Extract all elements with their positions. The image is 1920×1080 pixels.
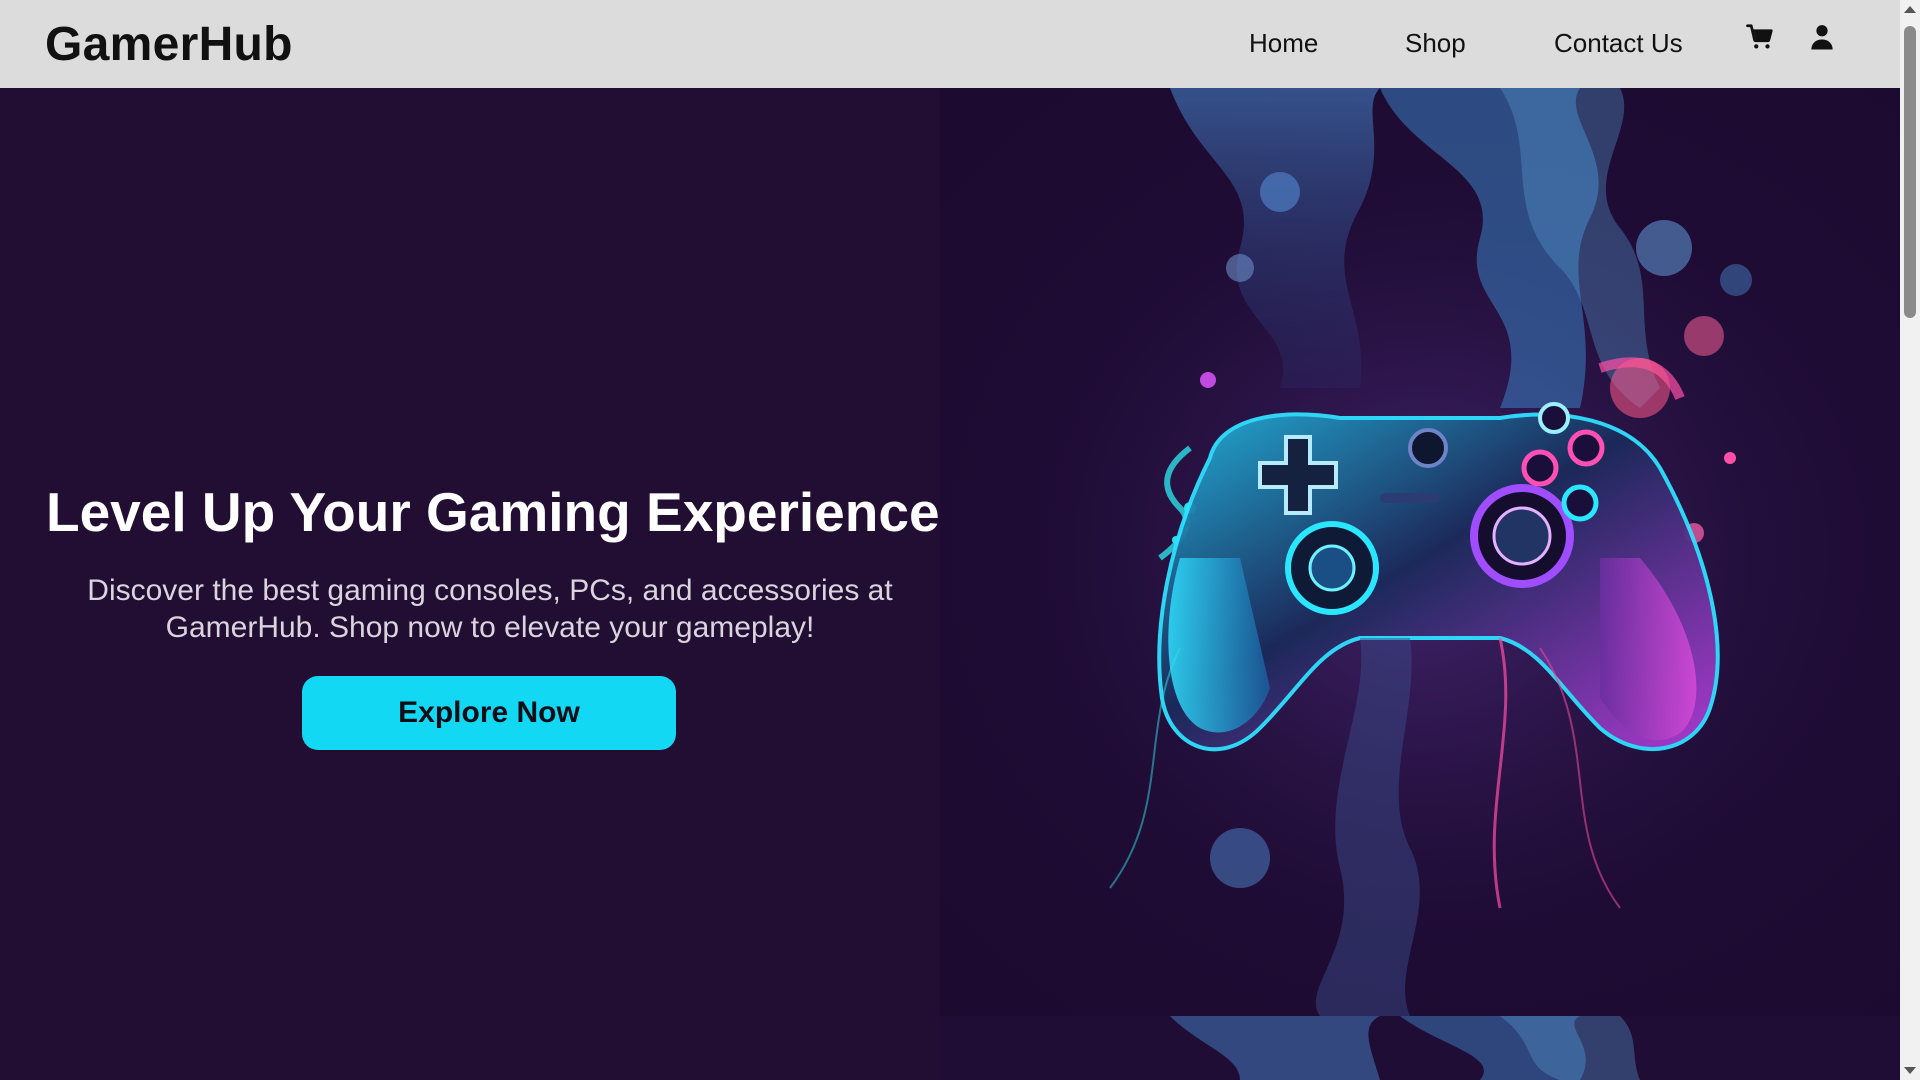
nav-link-contact[interactable]: Contact Us [1554, 28, 1683, 59]
cart-icon[interactable] [1745, 22, 1775, 52]
scroll-down-arrow-icon[interactable] [1904, 1067, 1916, 1074]
explore-now-button[interactable]: Explore Now [302, 676, 676, 750]
nav-link-home[interactable]: Home [1249, 28, 1318, 59]
scrollbar-thumb[interactable] [1904, 26, 1916, 318]
scroll-up-arrow-icon[interactable] [1904, 6, 1916, 13]
hero-text-block: Level Up Your Gaming Experience Discover… [0, 88, 980, 1080]
nav-link-shop[interactable]: Shop [1405, 28, 1466, 59]
site-header: GamerHub Home Shop Contact Us [0, 0, 1900, 88]
hero-title: Level Up Your Gaming Experience [46, 481, 940, 543]
hero-subtitle: Discover the best gaming consoles, PCs, … [87, 574, 893, 644]
page: GamerHub Home Shop Contact Us Level Up Y… [0, 0, 1900, 1080]
vertical-scrollbar[interactable] [1900, 0, 1920, 1080]
main-nav: Home Shop Contact Us [0, 0, 1900, 88]
gamepad-artwork-repeat [940, 1016, 1900, 1080]
user-icon[interactable] [1807, 22, 1837, 52]
gamepad-artwork [940, 88, 1900, 1016]
hero-section: Level Up Your Gaming Experience Discover… [0, 88, 1900, 1080]
